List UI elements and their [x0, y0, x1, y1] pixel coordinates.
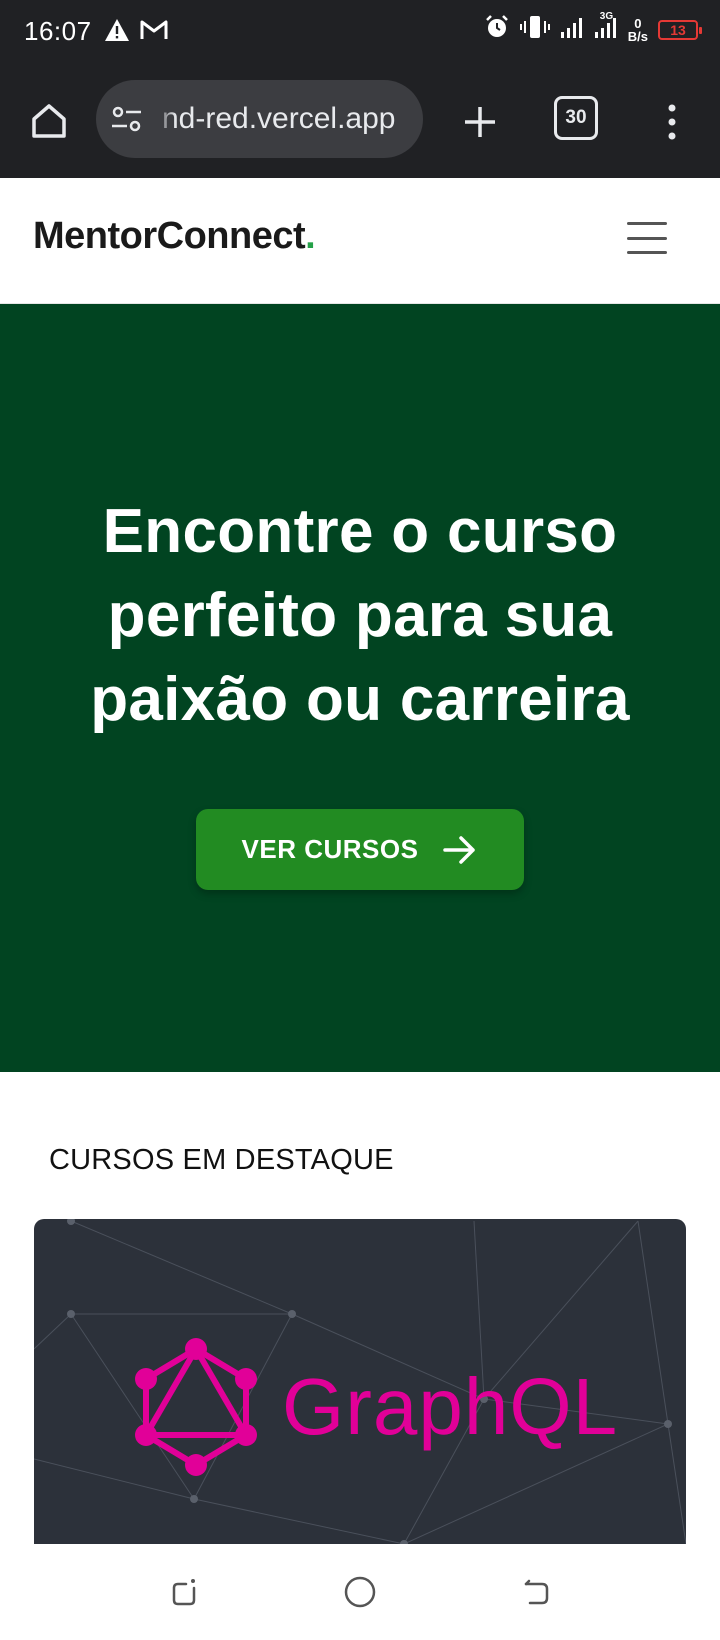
battery-icon: 13 [658, 19, 702, 40]
status-time: 16:07 [24, 16, 92, 46]
hamburger-menu-icon[interactable] [627, 222, 667, 254]
recent-apps-button[interactable] [164, 1572, 204, 1612]
featured-heading: CURSOS EM DESTAQUE [49, 1144, 394, 1176]
brand-name: MentorConnect [33, 215, 306, 257]
hero-section: Encontre o curso perfeito para sua paixã… [0, 304, 720, 1072]
tabs-icon: 30 [565, 107, 587, 128]
signal-3g-icon: 3G [594, 11, 618, 44]
new-tab-button[interactable] [452, 94, 508, 150]
home-icon [32, 104, 66, 138]
browser-toolbar: nd-red.vercel.app 30 [0, 66, 720, 178]
net-speed: 0 B/s [628, 17, 648, 43]
home-circle-icon [344, 1576, 376, 1608]
arrow-right-icon [443, 835, 476, 864]
plus-icon [465, 107, 495, 137]
course-card[interactable]: GraphQL [34, 1219, 686, 1544]
cta-label: VER CURSOS [241, 834, 419, 864]
back-icon [524, 1579, 549, 1605]
gmail-icon [140, 19, 168, 46]
graphql-logo-icon [135, 1338, 257, 1476]
hamburger-line [627, 222, 667, 225]
home-nav-button[interactable] [340, 1572, 380, 1612]
net-speed-unit: B/s [627, 28, 648, 44]
network-type-label: 3G [599, 11, 614, 22]
alert-icon [104, 18, 130, 47]
battery-level: 13 [670, 21, 686, 38]
recent-apps-icon [172, 1579, 196, 1606]
net-speed-value: 0 [634, 15, 642, 31]
home-button[interactable] [22, 94, 76, 148]
ver-cursos-button[interactable]: VER CURSOS [196, 809, 524, 890]
browser-menu-button[interactable] [654, 94, 690, 150]
brand-dot: . [305, 215, 316, 257]
more-vert-icon [668, 104, 676, 140]
course-name: GraphQL [282, 1362, 619, 1451]
status-bar: 16:07 3G 0 B/s 13 [0, 0, 720, 66]
hero-title: Encontre o curso perfeito para sua paixã… [90, 497, 630, 734]
system-nav-bar [0, 1544, 720, 1640]
vibrate-icon [519, 14, 550, 45]
site-header: MentorConnect. [0, 178, 720, 304]
url-bar[interactable]: nd-red.vercel.app [96, 80, 423, 158]
status-right-icons: 3G 0 B/s 13 [484, 11, 702, 45]
hamburger-line [627, 236, 667, 240]
url-text[interactable]: nd-red.vercel.app [162, 102, 395, 136]
status-left-icons [104, 18, 168, 47]
brand-logo[interactable]: MentorConnect. [33, 215, 316, 258]
tabs-button[interactable]: 30 [554, 96, 598, 140]
url-fade [154, 80, 176, 158]
hamburger-line [627, 251, 667, 254]
back-button[interactable] [516, 1572, 556, 1612]
tune-icon[interactable] [110, 104, 144, 139]
signal-icon [560, 15, 584, 44]
alarm-icon [484, 14, 510, 45]
